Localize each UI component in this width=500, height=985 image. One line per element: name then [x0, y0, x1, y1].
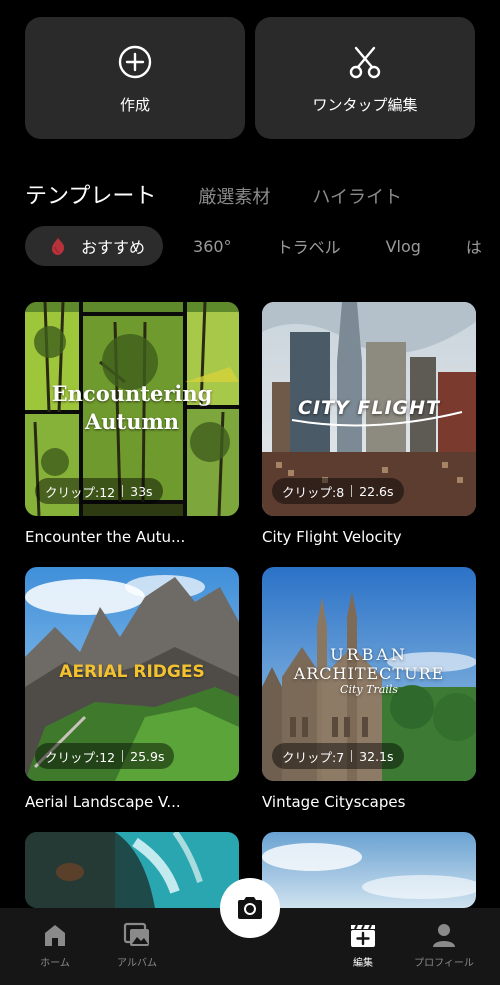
badge-divider — [351, 750, 353, 762]
overlay-title-line1: Encountering — [51, 381, 213, 406]
template-thumbnail: CITY FLIGHT クリップ:8 22.6s — [262, 302, 476, 516]
template-card[interactable]: CITY FLIGHT クリップ:8 22.6s City Flight Vel… — [262, 302, 476, 546]
chip-360[interactable]: 360° — [193, 237, 232, 256]
chip-recommended-label: おすすめ — [81, 238, 146, 257]
template-card[interactable] — [25, 832, 239, 908]
template-title: Aerial Landscape V... — [25, 793, 181, 811]
create-label: 作成 — [119, 95, 150, 114]
template-title: Encounter the Autu... — [25, 528, 186, 546]
edit-clapper-icon — [351, 924, 375, 947]
template-card[interactable]: AERIAL RIDGES クリップ:12 25.9s Aerial Lands… — [25, 567, 239, 811]
clip-badge: クリップ:12 25.9s — [35, 743, 175, 769]
profile-icon — [433, 924, 455, 947]
overlay-title: CITY FLIGHT — [298, 397, 440, 419]
home-icon — [45, 925, 65, 946]
nav-album[interactable]: アルバム — [102, 920, 172, 969]
tab-curated-assets[interactable]: 厳選素材 — [198, 183, 270, 209]
plus-circle-icon — [118, 45, 152, 78]
create-button[interactable]: 作成 — [25, 17, 245, 139]
album-icon — [123, 922, 149, 946]
chip-vlog[interactable]: Vlog — [386, 237, 421, 256]
template-card[interactable] — [262, 832, 476, 908]
one-tap-edit-label: ワンタップ編集 — [312, 95, 418, 114]
clip-count: クリップ:8 — [282, 484, 345, 500]
section-tabs: テンプレート 厳選素材 ハイライト — [25, 178, 444, 210]
clip-count: クリップ:12 — [45, 749, 116, 765]
overlay-title-line1: URBAN — [330, 645, 408, 664]
clip-badge: クリップ:8 22.6s — [272, 478, 404, 504]
tab-templates[interactable]: テンプレート — [25, 178, 156, 210]
tab-highlights[interactable]: ハイライト — [312, 183, 402, 209]
clip-badge: クリップ:7 32.1s — [272, 743, 404, 769]
template-title: City Flight Velocity — [262, 528, 402, 546]
template-thumbnail: Encountering Autumn クリップ:12 33s — [25, 302, 239, 516]
nav-album-label: アルバム — [117, 958, 157, 969]
clip-count: クリップ:7 — [282, 749, 345, 765]
badge-divider — [351, 485, 353, 497]
overlay-title-line2: Autumn — [84, 409, 180, 434]
template-title: Vintage Cityscapes — [262, 793, 406, 811]
nav-home-label: ホーム — [40, 958, 70, 969]
clip-count: クリップ:12 — [45, 484, 116, 500]
camera-button[interactable] — [220, 878, 280, 938]
chip-more[interactable]: は — [466, 234, 482, 258]
chip-travel[interactable]: トラベル — [277, 234, 341, 258]
clip-duration: 25.9s — [130, 748, 165, 764]
overlay-subtitle: City Trails — [340, 683, 398, 696]
nav-edit-label: 編集 — [353, 958, 373, 969]
clip-duration: 22.6s — [359, 483, 394, 499]
template-card[interactable]: Encountering Autumn クリップ:12 33s Encounte… — [25, 302, 239, 546]
template-thumbnail — [262, 832, 476, 908]
clip-duration: 32.1s — [359, 748, 394, 764]
fig-icon — [52, 236, 65, 255]
template-thumbnail: URBAN ARCHITECTURE City Trails クリップ:7 32… — [262, 567, 476, 781]
clip-badge: クリップ:12 33s — [35, 478, 163, 504]
template-card[interactable]: URBAN ARCHITECTURE City Trails クリップ:7 32… — [262, 567, 476, 811]
nav-edit[interactable]: 編集 — [328, 920, 398, 969]
one-tap-edit-button[interactable]: ワンタップ編集 — [255, 17, 475, 139]
camera-icon — [238, 897, 262, 919]
overlay-title-line2: ARCHITECTURE — [293, 664, 445, 683]
chip-recommended[interactable]: おすすめ — [25, 226, 164, 266]
badge-divider — [122, 485, 124, 497]
template-thumbnail: AERIAL RIDGES クリップ:12 25.9s — [25, 567, 239, 781]
category-chips: おすすめ 360° トラベル Vlog は — [25, 226, 500, 266]
overlay-title: AERIAL RIDGES — [59, 662, 205, 682]
scissors-icon — [349, 46, 381, 78]
clip-duration: 33s — [130, 483, 153, 499]
badge-divider — [122, 750, 124, 762]
template-thumbnail — [25, 832, 239, 908]
nav-home[interactable]: ホーム — [20, 920, 90, 969]
nav-profile-label: プロフィール — [414, 958, 474, 969]
nav-profile[interactable]: プロフィール — [409, 920, 479, 969]
